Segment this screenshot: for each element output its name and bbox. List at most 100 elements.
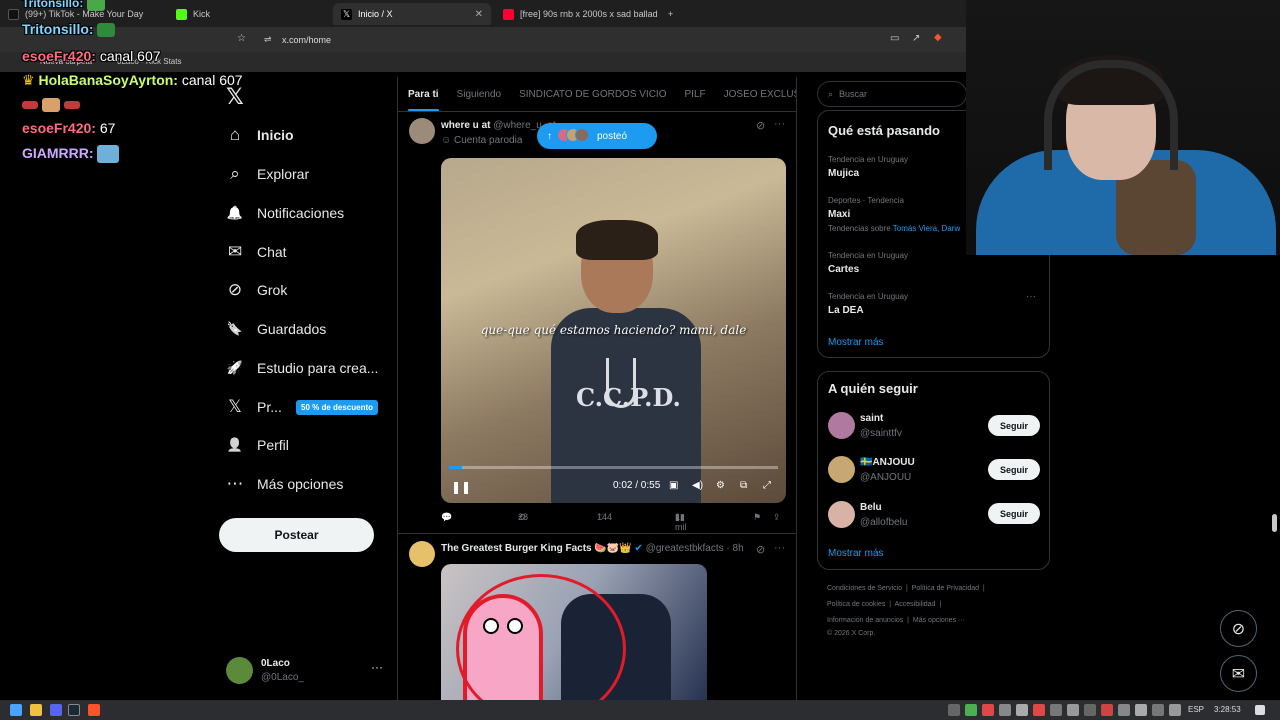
clock[interactable]: 3:28:53 xyxy=(1214,705,1241,714)
file-explorer-icon[interactable] xyxy=(30,704,42,716)
trend-related-link[interactable]: Tomás Viera, Darw xyxy=(893,224,960,233)
brave-shield-icon[interactable]: ◆ xyxy=(934,32,942,43)
tray-icon[interactable] xyxy=(1050,704,1062,716)
account-name: 0Laco xyxy=(261,658,290,669)
stream-chat-overlay: Tritonsillo: Tritonsillo: esoeFr420: can… xyxy=(0,0,270,170)
language-indicator[interactable]: ESP xyxy=(1188,705,1204,714)
timeline-tabs: Para ti Siguiendo SINDICATO DE GORDOS VI… xyxy=(398,77,796,112)
volume-icon[interactable] xyxy=(1169,704,1181,716)
tab-youtube[interactable]: [free] 90s rnb x 2000s x sad ballad ty xyxy=(495,3,660,25)
tray-icon[interactable] xyxy=(1084,704,1096,716)
share-icon[interactable]: ↗ xyxy=(912,33,920,44)
avatar[interactable] xyxy=(828,456,855,483)
divider xyxy=(398,533,796,534)
volume-icon[interactable]: ◀) xyxy=(692,480,703,491)
reply-icon[interactable]: 💬 xyxy=(441,512,452,523)
video-progress-bar[interactable] xyxy=(449,466,778,469)
more-icon[interactable]: ··· xyxy=(371,660,383,674)
account-switcher[interactable]: 0Laco @0Laco_ ··· xyxy=(226,656,386,686)
show-more-link[interactable]: Mostrar más xyxy=(828,337,884,348)
tray-icon[interactable] xyxy=(1135,704,1147,716)
video-progress-fill xyxy=(449,466,463,469)
footer-links: Política de cookies | Accesibilidad | xyxy=(827,601,942,608)
nav-profile[interactable]: 👤 Perfil xyxy=(218,428,388,462)
verified-icon: ✔ xyxy=(634,543,643,554)
post-button[interactable]: Postear xyxy=(219,518,374,552)
more-icon[interactable]: ··· xyxy=(774,542,785,554)
avatar[interactable] xyxy=(409,541,435,567)
tray-icon[interactable] xyxy=(1118,704,1130,716)
pause-icon[interactable]: ❚❚ xyxy=(451,480,471,494)
tray-icon[interactable] xyxy=(1067,704,1079,716)
tray-icon[interactable] xyxy=(1033,704,1045,716)
footer-links: Condiciones de Servicio | Política de Pr… xyxy=(827,585,985,592)
tray-icon[interactable] xyxy=(1016,704,1028,716)
tab-list-joseo[interactable]: JOSEO EXCLUSI xyxy=(724,89,796,100)
video-time: 0:02 / 0:55 xyxy=(613,480,661,491)
tab-x-home[interactable]: 𝕏 Inicio / X ✕ xyxy=(333,3,491,25)
follow-button[interactable]: Seguir xyxy=(988,503,1040,524)
grok-icon[interactable]: ⊘ xyxy=(756,119,765,132)
nav-chat[interactable]: ✉ Chat xyxy=(218,235,388,269)
grok-icon[interactable]: ⊘ xyxy=(756,543,765,556)
captions-icon[interactable]: ▣ xyxy=(669,480,678,491)
nav-grok[interactable]: ⊘ Grok xyxy=(218,273,388,307)
search-icon: ⌕ xyxy=(828,88,834,99)
tray-icon[interactable] xyxy=(948,704,960,716)
grok-icon: ⊘ xyxy=(227,280,243,299)
emote-icon xyxy=(97,145,120,164)
notifications-icon[interactable] xyxy=(1255,705,1265,715)
tray-icon[interactable] xyxy=(982,704,994,716)
trend-item[interactable]: Mujica xyxy=(828,168,859,179)
cast-icon[interactable]: ▭ xyxy=(890,33,899,44)
messages-fab-icon[interactable]: ✉ xyxy=(1220,655,1257,692)
nav-creator-studio[interactable]: 🚀 Estudio para crea... xyxy=(218,351,388,385)
more-icon[interactable]: ··· xyxy=(1026,291,1036,302)
bookmark-icon[interactable]: ⚑ xyxy=(753,512,761,523)
brave-icon[interactable] xyxy=(88,704,100,716)
nav-notifications[interactable]: 🔔 Notificaciones xyxy=(218,196,388,230)
trend-item[interactable]: Maxi xyxy=(828,209,850,220)
tab-list-sindicato[interactable]: SINDICATO DE GORDOS VICIO xyxy=(519,89,666,100)
discord-icon[interactable] xyxy=(50,704,62,716)
wifi-icon[interactable] xyxy=(1152,704,1164,716)
nav-bookmarks[interactable]: 🔖 Guardados xyxy=(218,312,388,346)
grok-fab-icon[interactable]: ⊘ xyxy=(1220,610,1257,647)
settings-gear-icon[interactable]: ⚙ xyxy=(716,480,725,491)
follow-button[interactable]: Seguir xyxy=(988,415,1040,436)
nav-more-options[interactable]: ⋯ Más opciones xyxy=(218,467,388,501)
post-author[interactable]: The Greatest Burger King Facts 🍉🐷👑 ✔ @gr… xyxy=(441,543,744,554)
trends-title: Qué está pasando xyxy=(828,123,940,138)
search-input[interactable]: ⌕ Buscar xyxy=(817,81,967,107)
post-image[interactable] xyxy=(441,564,707,720)
scrollbar-thumb[interactable] xyxy=(1272,514,1277,532)
video-player[interactable]: C.C.P.D. que-que qué estamos haciendo? m… xyxy=(441,158,786,503)
url-input[interactable]: x.com/home xyxy=(282,35,331,45)
avatar[interactable] xyxy=(828,412,855,439)
follow-button[interactable]: Seguir xyxy=(988,459,1040,480)
steam-icon[interactable] xyxy=(68,704,80,716)
trend-item[interactable]: La DEA xyxy=(828,305,864,316)
tab-list-pilf[interactable]: PILF xyxy=(685,89,706,100)
fullscreen-icon[interactable]: ⤢ xyxy=(763,480,771,491)
tab-following[interactable]: Siguiendo xyxy=(457,89,501,100)
popout-icon[interactable]: ⧉ xyxy=(740,480,747,491)
show-more-link[interactable]: Mostrar más xyxy=(828,548,884,559)
share-icon[interactable]: ⇪ xyxy=(773,512,781,523)
windows-start-icon[interactable] xyxy=(10,704,22,716)
more-icon[interactable]: ··· xyxy=(774,118,785,130)
new-posts-pill[interactable]: ↑ posteó xyxy=(537,123,657,149)
close-tab-icon[interactable]: ✕ xyxy=(475,9,483,20)
new-tab-button[interactable]: + xyxy=(660,3,680,25)
bell-icon: 🔔 xyxy=(226,205,244,220)
youtube-icon xyxy=(503,8,514,20)
avatar[interactable] xyxy=(828,501,855,528)
avatar[interactable] xyxy=(409,118,435,144)
tab-for-you[interactable]: Para ti xyxy=(408,89,439,111)
tray-icon[interactable] xyxy=(999,704,1011,716)
tray-icon[interactable] xyxy=(965,704,977,716)
trend-item[interactable]: Cartes xyxy=(828,264,859,275)
emote-icon xyxy=(41,98,60,113)
tray-icon[interactable] xyxy=(1101,704,1113,716)
chat-message: Tritonsillo: xyxy=(22,21,116,38)
